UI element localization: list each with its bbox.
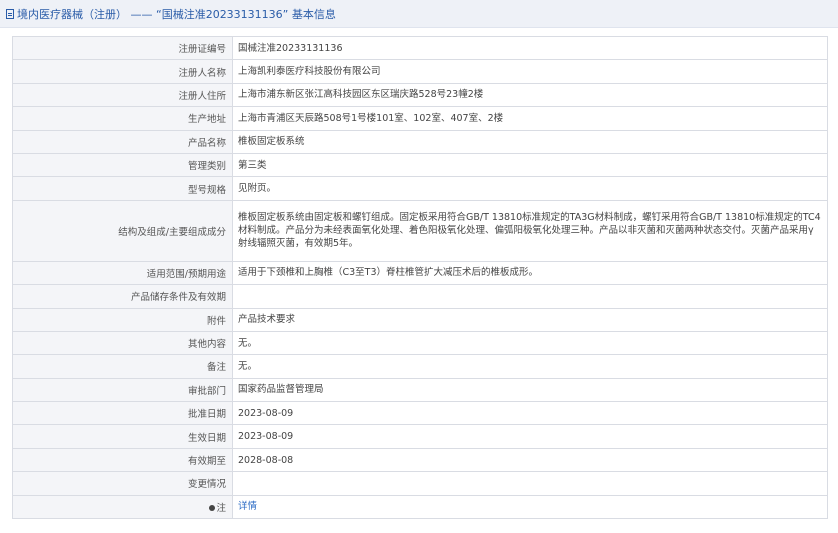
table-row: 适用范围/预期用途 适用于下颈椎和上胸椎（C3至T3）脊柱椎管扩大减压术后的椎板… [12,260,828,286]
field-value: 国家药品监督管理局 [232,377,828,403]
field-label: 注册证编号 [12,35,233,61]
field-label: 变更情况 [12,471,233,496]
field-label: 有效期至 [12,447,233,473]
field-label: 批准日期 [12,401,233,426]
table-row: 产品储存条件及有效期 [12,284,828,309]
table-row: 型号规格 见附页。 [12,176,828,201]
field-value: 适用于下颈椎和上胸椎（C3至T3）脊柱椎管扩大减压术后的椎板成形。 [232,260,828,286]
info-table: 注册证编号 国械注准20233131136 注册人名称 上海凯利泰医疗科技股份有… [12,35,828,520]
field-label: 产品名称 [12,129,233,154]
field-value: 第三类 [232,152,828,178]
table-row: 其他内容 无。 [12,330,828,356]
table-row: 审批部门 国家药品监督管理局 [12,377,828,403]
table-row: 产品名称 椎板固定板系统 [12,129,828,154]
table-row: 批准日期 2023-08-09 [12,401,828,426]
page-title: 境内医疗器械（注册） —— “国械注准20233131136” 基本信息 [17,7,336,21]
field-value: 2023-08-09 [232,424,828,449]
table-row: 附件 产品技术要求 [12,307,828,332]
field-label: 附件 [12,307,233,332]
table-row: 变更情况 [12,471,828,496]
field-value: 国械注准20233131136 [232,35,828,61]
field-label: 注册人名称 [12,59,233,84]
field-label: 生效日期 [12,424,233,449]
details-link[interactable]: 详情 [238,501,257,512]
field-value: 产品技术要求 [232,307,828,332]
table-row: 生产地址 上海市青浦区天辰路508号1号楼101室、102室、407室、2楼 [12,106,828,131]
table-row: 生效日期 2023-08-09 [12,424,828,449]
field-label: 型号规格 [12,176,233,201]
field-value: 2028-08-08 [232,447,828,473]
field-label: 结构及组成/主要组成成分 [12,199,233,262]
field-value: 上海市浦东新区张江高科技园区东区瑞庆路528号23幢2楼 [232,82,828,108]
table-row: 注册人住所 上海市浦东新区张江高科技园区东区瑞庆路528号23幢2楼 [12,82,828,108]
field-label: 其他内容 [12,330,233,356]
field-value: 上海市青浦区天辰路508号1号楼101室、102室、407室、2楼 [232,106,828,131]
table-row: 注册证编号 国械注准20233131136 [12,35,828,61]
table-row: 备注 无。 [12,354,828,379]
field-label: 注 [216,502,226,514]
table-row: 注 详情 [12,494,828,520]
field-value [232,284,828,309]
field-label: 适用范围/预期用途 [12,260,233,286]
table-row: 注册人名称 上海凯利泰医疗科技股份有限公司 [12,59,828,84]
field-label: 备注 [12,354,233,379]
table-row: 有效期至 2028-08-08 [12,447,828,473]
table-row: 结构及组成/主要组成成分 椎板固定板系统由固定板和螺钉组成。固定板采用符合GB/… [12,199,828,262]
field-value: 无。 [232,330,828,356]
page-header: 境内医疗器械（注册） —— “国械注准20233131136” 基本信息 [0,0,838,28]
field-value: 见附页。 [232,176,828,201]
field-label: 产品储存条件及有效期 [12,284,233,309]
field-value: 椎板固定板系统 [232,129,828,154]
field-label: 审批部门 [12,377,233,403]
field-value [232,471,828,496]
field-value: 2023-08-09 [232,401,828,426]
document-icon [6,8,14,19]
field-label: 管理类别 [12,152,233,178]
field-value: 无。 [232,354,828,379]
field-label: 注册人住所 [12,82,233,108]
note-label-cell: 注 [12,494,233,520]
field-value: 上海凯利泰医疗科技股份有限公司 [232,59,828,84]
field-value: 椎板固定板系统由固定板和螺钉组成。固定板采用符合GB/T 13810标准规定的T… [232,199,828,262]
field-value: 详情 [232,494,828,520]
field-label: 生产地址 [12,106,233,131]
pin-icon [209,505,216,512]
table-row: 管理类别 第三类 [12,152,828,178]
